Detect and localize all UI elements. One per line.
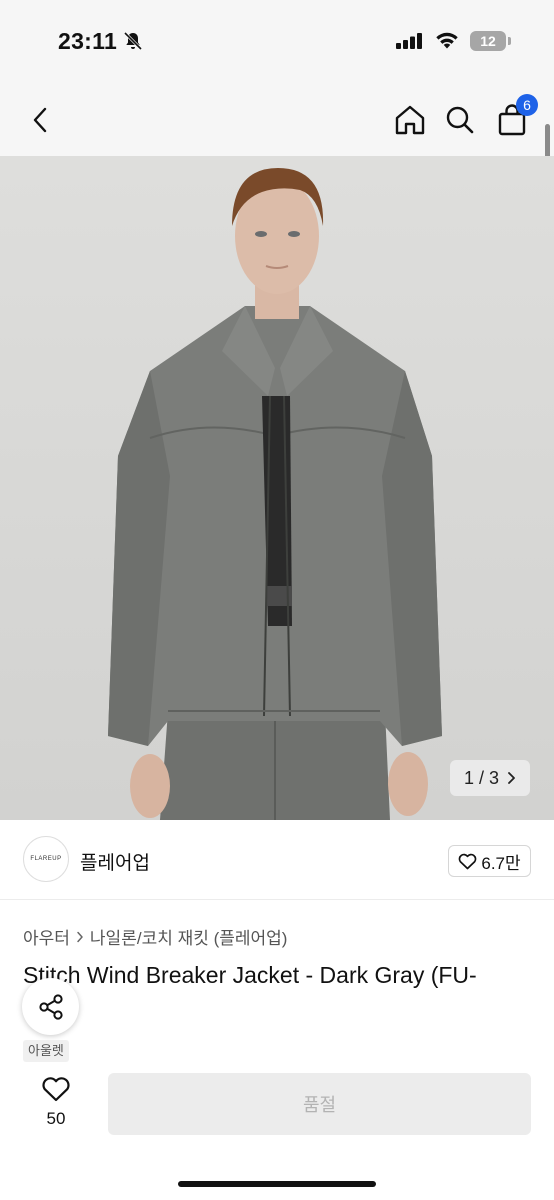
bell-slash-icon bbox=[123, 31, 143, 51]
product-image[interactable]: 1 / 3 bbox=[0, 156, 554, 820]
share-button[interactable] bbox=[22, 978, 79, 1035]
shop-logo-text: FLAREUP bbox=[30, 856, 62, 862]
chevron-left-icon bbox=[33, 107, 47, 133]
breadcrumb-subcategory[interactable]: 나일론/코치 재킷 (플레어업) bbox=[90, 924, 288, 949]
bottom-action-bar: 50 품절 bbox=[0, 1062, 554, 1200]
search-icon bbox=[446, 106, 474, 134]
shop-like-button[interactable]: 6.7만 bbox=[448, 845, 531, 877]
home-button[interactable] bbox=[388, 98, 432, 142]
image-counter-text: 1 / 3 bbox=[463, 767, 499, 788]
shop-name[interactable]: 플레어업 bbox=[80, 848, 150, 875]
shop-row: FLAREUP 플레어업 6.7만 bbox=[0, 820, 554, 900]
battery-tip bbox=[508, 37, 511, 45]
product-photo bbox=[0, 156, 554, 820]
home-indicator[interactable] bbox=[178, 1181, 376, 1187]
top-nav-bar: 6 bbox=[0, 84, 554, 156]
battery-icon: 12 bbox=[470, 31, 506, 51]
wish-button[interactable]: 50 bbox=[30, 1076, 82, 1132]
back-button[interactable] bbox=[18, 98, 62, 142]
home-icon bbox=[395, 105, 425, 135]
breadcrumb: 아우터 나일론/코치 재킷 (플레어업) bbox=[23, 924, 287, 949]
share-icon bbox=[38, 993, 63, 1020]
soldout-button[interactable]: 품절 bbox=[108, 1073, 531, 1135]
image-counter[interactable]: 1 / 3 bbox=[449, 760, 530, 796]
wifi-icon bbox=[436, 32, 458, 49]
wish-count: 50 bbox=[46, 1109, 66, 1128]
status-bar: 23:11 12 bbox=[0, 0, 554, 84]
cart-button[interactable]: 6 bbox=[490, 94, 538, 142]
shop-like-count: 6.7만 bbox=[481, 853, 521, 873]
breadcrumb-category[interactable]: 아우터 bbox=[23, 924, 70, 949]
heart-icon bbox=[459, 853, 477, 869]
search-button[interactable] bbox=[438, 98, 482, 142]
status-time: 23:11 bbox=[58, 28, 118, 54]
chevron-right-icon bbox=[508, 772, 515, 784]
cart-count-badge: 6 bbox=[516, 94, 538, 116]
heart-icon bbox=[42, 1077, 70, 1102]
outlet-tag: 아울렛 bbox=[23, 1040, 69, 1062]
product-title: Stitch Wind Breaker Jacket - Dark Gray (… bbox=[23, 962, 477, 988]
signal-icon bbox=[396, 33, 422, 49]
shop-logo[interactable]: FLAREUP bbox=[23, 836, 69, 882]
chevron-right-icon bbox=[77, 931, 83, 942]
